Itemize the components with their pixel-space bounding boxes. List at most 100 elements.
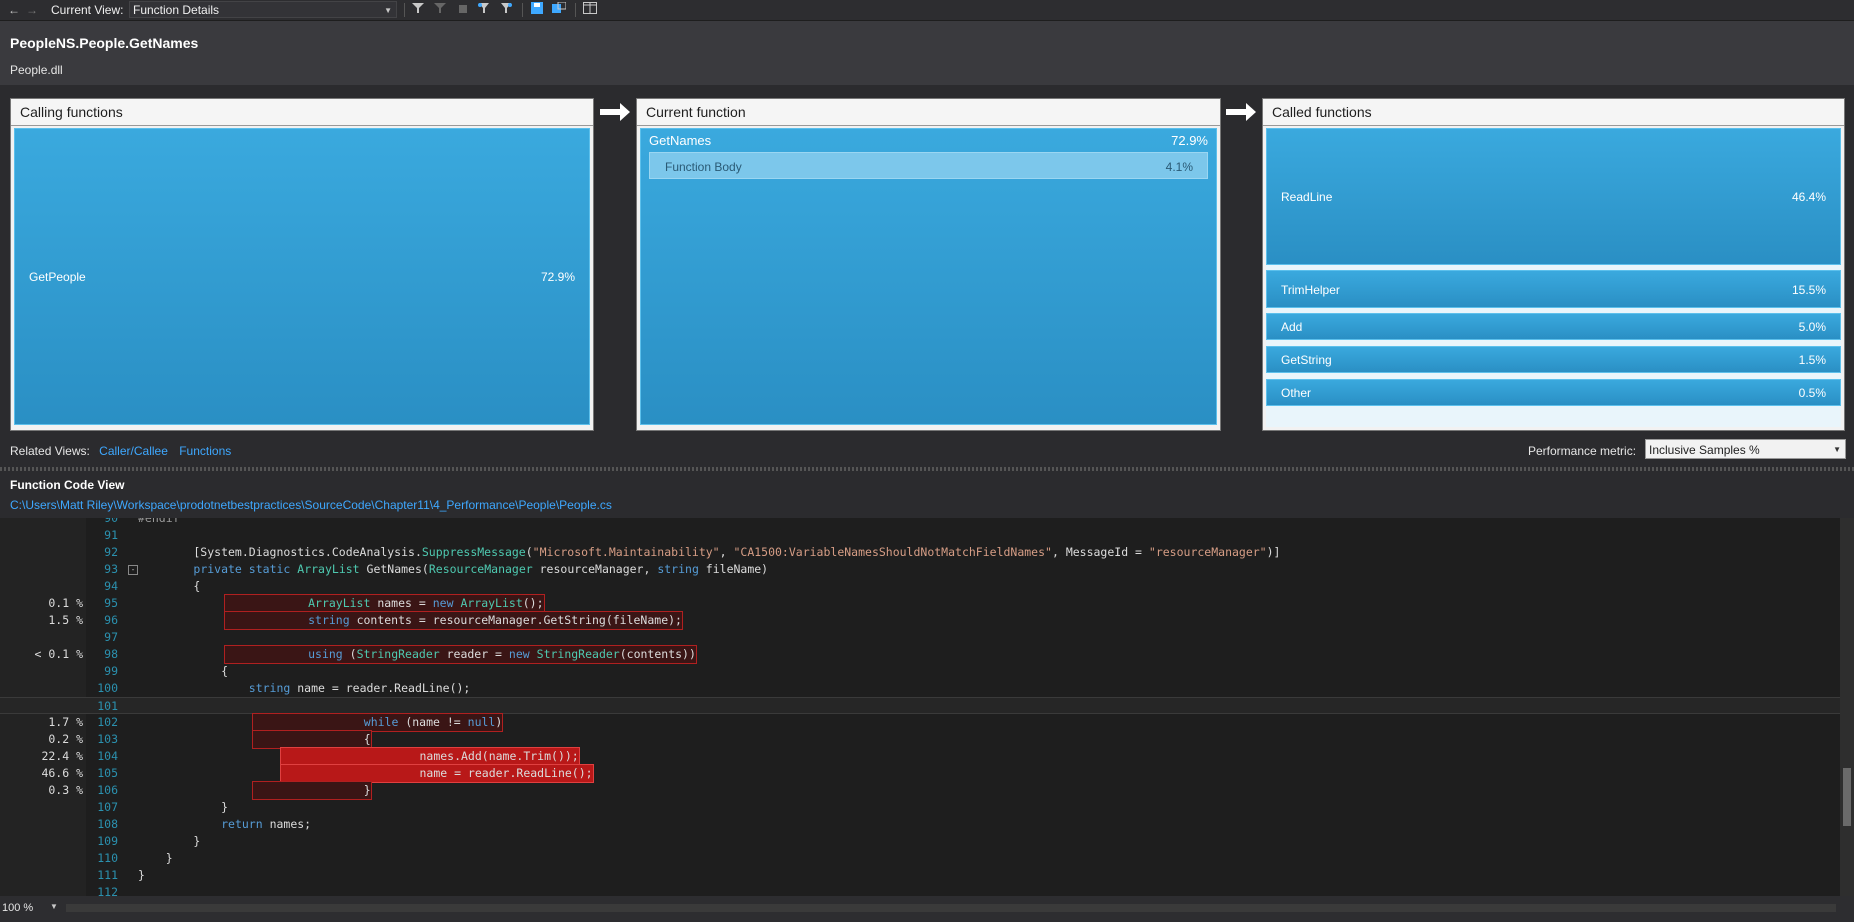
code-line-hot: 0.2 % 103 { — [48, 730, 372, 749]
scroll-thumb[interactable] — [1843, 768, 1851, 826]
code-line-hot: 0.1 % 95 ArrayList names = new ArrayList(… — [48, 594, 545, 613]
save-icon[interactable] — [529, 2, 545, 18]
current-function-tile[interactable]: GetNames 72.9% Function Body 4.1% — [640, 128, 1217, 425]
code-line-hot: 1.5 % 96 string contents = resourceManage… — [48, 611, 683, 630]
code-line: 93- private static ArrayList GetNames(Re… — [104, 562, 769, 576]
code-line-current: 101 — [0, 697, 1840, 714]
back-arrow-icon[interactable]: ← — [6, 2, 22, 18]
current-function-title: Current function — [637, 99, 1220, 126]
called-function-name: TrimHelper — [1281, 283, 1340, 297]
flow-arrow-icon — [1226, 103, 1256, 121]
calling-functions-title: Calling functions — [11, 99, 593, 126]
toolbar: ← → Current View: Function Details ▼ — [0, 0, 1854, 21]
called-function-pct: 15.5% — [1791, 283, 1826, 297]
function-body-label: Function Body — [665, 160, 742, 174]
code-view-title: Function Code View — [10, 478, 125, 492]
current-function-name: GetNames — [649, 133, 712, 148]
source-file-link[interactable]: C:\Users\Matt Riley\Workspace\prodotnetb… — [10, 498, 612, 512]
clear-filter-icon[interactable] — [432, 2, 448, 18]
code-line: 109 } — [97, 834, 201, 848]
toolbar-separator — [404, 3, 405, 17]
caller-callee-link[interactable]: Caller/Callee — [99, 444, 168, 458]
related-views-label: Related Views: — [10, 444, 90, 458]
called-functions-title: Called functions — [1263, 99, 1844, 126]
code-line: 111} — [97, 868, 145, 882]
code-line: 110 } — [97, 851, 173, 865]
called-function-name: Add — [1281, 320, 1303, 334]
functions-link[interactable]: Functions — [179, 444, 231, 458]
code-line-hot: 1.7 % 102 while (name != null) — [48, 713, 504, 732]
function-body-pct: 4.1% — [1165, 160, 1193, 174]
code-line-hot: 22.4 % 104 names.Add(name.Trim()); — [41, 747, 580, 766]
hot-code: { — [252, 730, 372, 749]
function-header: PeopleNS.People.GetNames People.dll — [0, 21, 1854, 85]
zoom-level[interactable]: 100 % — [2, 902, 33, 914]
called-function-tile[interactable]: Other 0.5% — [1266, 379, 1841, 406]
code-line: 107 } — [97, 800, 229, 814]
toolbar-separator — [575, 3, 576, 17]
forward-arrow-icon[interactable]: → — [24, 2, 40, 18]
hot-code: while (name != null) — [251, 713, 504, 732]
called-function-tile[interactable]: TrimHelper 15.5% — [1266, 270, 1841, 308]
code-line: 108 return names; — [97, 817, 312, 831]
called-function-pct: 1.5% — [1798, 353, 1826, 367]
code-editor[interactable]: 90 #endif 91 92 [System.Diagnostics.CodeA… — [0, 518, 1840, 896]
called-functions-panel: Called functions ReadLine 46.4% TrimHelp… — [1262, 98, 1845, 431]
filter-options-icon[interactable] — [476, 2, 492, 18]
hot-code: } — [252, 781, 372, 800]
hot-code: name = reader.ReadLine(); — [280, 764, 594, 783]
collapse-icon[interactable]: - — [128, 565, 138, 575]
related-views: Related Views: Caller/Callee Functions — [10, 444, 231, 458]
hot-code: names.Add(name.Trim()); — [280, 747, 580, 766]
code-line-hot: 46.6 % 105 name = reader.ReadLine(); — [41, 764, 594, 783]
called-function-name: ReadLine — [1281, 190, 1333, 204]
hot-code: string contents = resourceManager.GetStr… — [224, 611, 683, 630]
calling-functions-panel: Calling functions GetPeople 72.9% — [10, 98, 594, 431]
calling-function-tile[interactable]: GetPeople 72.9% — [14, 128, 590, 425]
performance-metric-select[interactable]: Inclusive Samples % ▼ — [1645, 439, 1846, 459]
called-function-tile[interactable]: ReadLine 46.4% — [1266, 128, 1841, 265]
calling-function-name: GetPeople — [29, 270, 86, 284]
current-view-value: Function Details — [133, 3, 220, 17]
split-view-icon[interactable] — [582, 2, 598, 18]
code-line: 92 [System.Diagnostics.CodeAnalysis.Supp… — [104, 545, 1281, 559]
code-line: 90 #endif — [104, 518, 180, 525]
toggle-filter-icon[interactable] — [498, 2, 514, 18]
code-line: 94 { — [104, 579, 201, 593]
vertical-scrollbar[interactable] — [1840, 518, 1854, 896]
hot-code: using (StringReader reader = new StringR… — [224, 645, 697, 664]
code-line: 99 { — [104, 664, 229, 678]
called-function-tile[interactable]: Add 5.0% — [1266, 313, 1841, 340]
code-line: 112 — [97, 885, 118, 896]
panel-splitter[interactable] — [0, 467, 1854, 471]
horizontal-scrollbar[interactable] — [66, 904, 1836, 912]
calling-function-pct: 72.9% — [540, 270, 575, 284]
function-name-title: PeopleNS.People.GetNames — [10, 35, 199, 51]
called-function-tile[interactable]: GetString 1.5% — [1266, 346, 1841, 373]
code-line: 97 — [104, 630, 118, 644]
function-body-tile[interactable]: Function Body 4.1% — [649, 152, 1208, 179]
toolbar-separator — [522, 3, 523, 17]
chevron-down-icon: ▼ — [384, 6, 392, 15]
chevron-down-icon: ▼ — [1833, 445, 1841, 454]
stop-icon[interactable] — [455, 2, 471, 18]
performance-metric-value: Inclusive Samples % — [1649, 443, 1760, 457]
status-bar: 100 % ▼ — [0, 896, 1854, 922]
code-line: 100 string name = reader.ReadLine(); — [97, 681, 471, 695]
called-function-pct: 46.4% — [1791, 190, 1826, 204]
current-view-label: Current View: — [51, 3, 124, 17]
hot-code: ArrayList names = new ArrayList(); — [224, 594, 545, 613]
code-line-hot: < 0.1 % 98 using (StringReader reader = n… — [34, 645, 697, 664]
current-function-pct: 72.9% — [1171, 133, 1208, 148]
chevron-down-icon[interactable]: ▼ — [50, 902, 58, 911]
code-line-hot: 0.3 % 106 } — [48, 781, 372, 800]
code-line: 91 — [104, 528, 118, 542]
called-function-pct: 5.0% — [1798, 320, 1826, 334]
module-name: People.dll — [10, 63, 63, 77]
performance-metric-label: Performance metric: — [1528, 444, 1637, 458]
current-view-select[interactable]: Function Details ▼ — [129, 1, 397, 18]
current-function-panel: Current function GetNames 72.9% Function… — [636, 98, 1221, 431]
export-icon[interactable] — [551, 1, 567, 18]
flow-arrow-icon — [600, 103, 630, 121]
filter-icon[interactable] — [410, 2, 426, 18]
